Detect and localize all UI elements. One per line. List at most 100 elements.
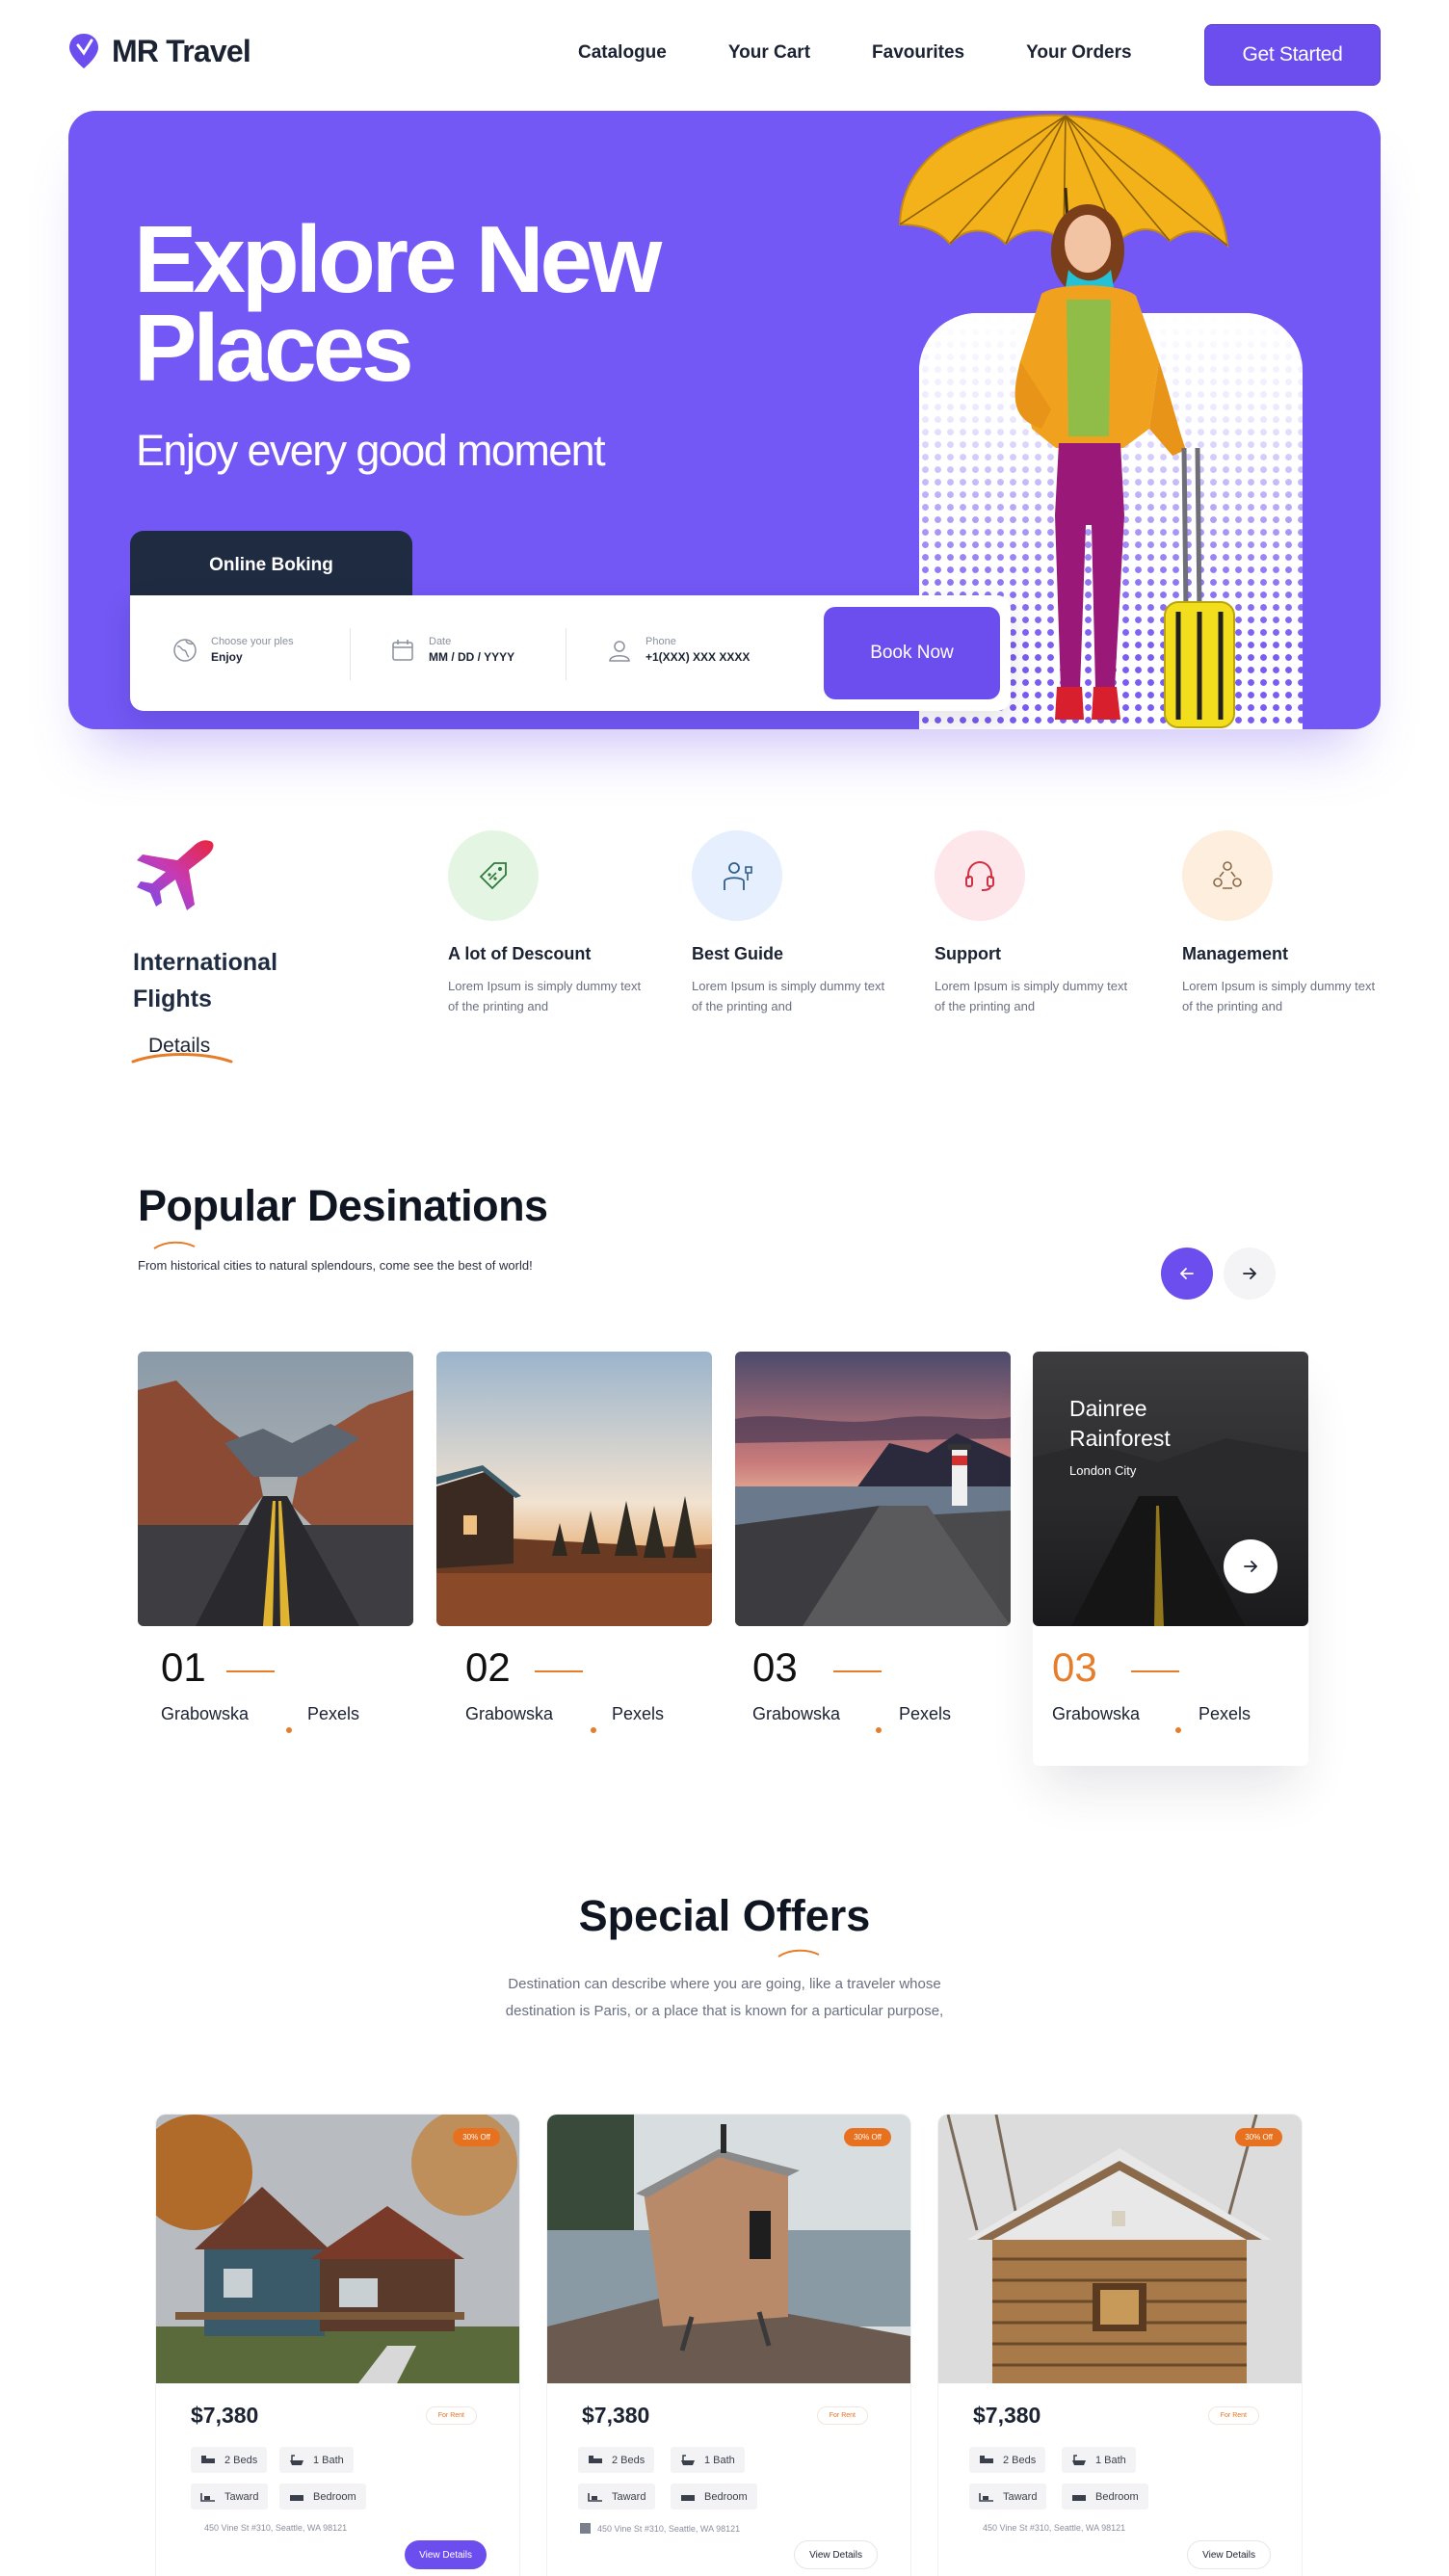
view-details-button[interactable]: View Details <box>794 2540 878 2569</box>
feature-management: Management Lorem Ipsum is simply dummy t… <box>1182 830 1394 1016</box>
orange-underline <box>131 1053 233 1064</box>
popular-destinations-subtitle: From historical cities to natural splend… <box>138 1258 533 1273</box>
bed-icon <box>201 2455 215 2463</box>
online-booking-tab[interactable]: Online Boking <box>130 531 412 600</box>
brand-logo[interactable]: MR Travel <box>67 32 251 70</box>
room-amenity: Bedroom <box>671 2484 757 2510</box>
intl-title-line2: Flights <box>133 986 212 1012</box>
orange-dash <box>535 1670 583 1672</box>
cabin-sunset-photo <box>436 1352 712 1626</box>
booking-form: Choose your ples Enjoy Date MM / DD / YYYY… <box>130 595 1011 711</box>
bed-icon <box>589 2455 602 2463</box>
nav-link-orders[interactable]: Your Orders <box>1026 42 1131 64</box>
source-name: Pexels <box>612 1704 665 1723</box>
location-pin-icon <box>69 34 98 68</box>
bed-icon <box>681 2494 695 2501</box>
lake-cabin-photo: 30% Off <box>547 2115 910 2383</box>
feature-support: Support Lorem Ipsum is simply dummy text… <box>935 830 1146 1016</box>
offers-text-line2: destination is Paris, or a place that is… <box>505 2003 944 2019</box>
get-started-button[interactable]: Get Started <box>1204 24 1381 86</box>
phone-value: +1(XXX) XXX XXXX <box>645 650 751 664</box>
source-name: Pexels <box>307 1704 360 1723</box>
destination-overlay-subtitle: London City <box>1069 1463 1137 1478</box>
offer-card-2[interactable]: 30% Off $7,380 For Rent 2 Beds 1 Bath Ta… <box>547 2115 910 2576</box>
area-amenity: Taward <box>191 2484 269 2510</box>
hero-banner: Explore New Places Enjoy every good mome… <box>68 111 1381 729</box>
date-field[interactable]: Date MM / DD / YYYY <box>390 636 514 664</box>
room-label: Bedroom <box>313 2490 356 2503</box>
feature-guide: Best Guide Lorem Ipsum is simply dummy t… <box>692 830 904 1016</box>
beds-amenity: 2 Beds <box>578 2447 655 2473</box>
bed-icon <box>1072 2494 1086 2501</box>
view-details-button[interactable]: View Details <box>405 2540 487 2569</box>
separator-dot <box>1175 1727 1181 1733</box>
hero-title: Explore New Places <box>134 212 662 395</box>
lighthouse-photo <box>735 1352 1011 1626</box>
offer-price: $7,380 <box>582 2403 650 2428</box>
sofa-icon <box>979 2492 993 2502</box>
nav-link-catalogue[interactable]: Catalogue <box>578 42 667 64</box>
book-now-button[interactable]: Book Now <box>824 607 1000 699</box>
orange-dash <box>833 1670 882 1672</box>
beds-label: 2 Beds <box>612 2454 645 2466</box>
orange-curve-decoration <box>153 1241 196 1249</box>
source-name: Pexels <box>899 1704 952 1723</box>
feature-discount: A lot of Descount Lorem Ipsum is simply … <box>448 830 660 1016</box>
address-text: 450 Vine St #310, Seattle, WA 98121 <box>983 2523 1126 2533</box>
autumn-house-photo: 30% Off <box>156 2115 519 2383</box>
beds-amenity: 2 Beds <box>969 2447 1046 2473</box>
offer-card-1[interactable]: 30% Off $7,380 For Rent 2 Beds 1 Bath Ta… <box>156 2115 519 2576</box>
next-arrow-button[interactable] <box>1224 1248 1276 1300</box>
phone-label: Phone <box>645 636 676 647</box>
photographer-name: Grabowska <box>752 1704 841 1723</box>
arrow-right-icon <box>1243 1268 1257 1279</box>
destination-number: 02 <box>465 1644 511 1690</box>
view-details-button[interactable]: View Details <box>1187 2540 1271 2569</box>
destination-card-4-active[interactable]: Dainree Rainforest London City 03 Grabow… <box>1033 1352 1308 1766</box>
date-value: MM / DD / YYYY <box>429 650 515 664</box>
destination-card-1[interactable]: 01 Grabowska Pexels <box>138 1352 413 1733</box>
photographer-name: Grabowska <box>465 1704 554 1723</box>
user-icon <box>609 640 630 662</box>
canyon-road-photo <box>138 1352 413 1626</box>
area-label: Taward <box>1003 2490 1038 2503</box>
orange-dash <box>1131 1670 1179 1672</box>
room-amenity: Bedroom <box>279 2484 366 2510</box>
destination-number: 03 <box>1052 1644 1097 1690</box>
international-flights-title: International Flights <box>133 944 345 1017</box>
destination-card-3[interactable]: 03 Grabowska Pexels <box>735 1352 1011 1733</box>
offer-address: 450 Vine St #310, Seattle, WA 98121 <box>983 2523 1125 2533</box>
photographer-name: Grabowska <box>161 1704 250 1723</box>
bed-icon <box>290 2494 303 2501</box>
prev-arrow-button[interactable] <box>1161 1248 1213 1300</box>
discount-badge: 30% Off <box>1235 2128 1282 2146</box>
discount-tag-icon <box>479 862 507 890</box>
destination-card-2[interactable]: 02 Grabowska Pexels <box>436 1352 712 1733</box>
feature-title: A lot of Descount <box>448 944 592 963</box>
open-destination-button[interactable] <box>1224 1539 1278 1593</box>
separator-dot <box>876 1727 882 1733</box>
bath-label: 1 Bath <box>704 2454 735 2466</box>
bath-icon <box>1072 2454 1086 2465</box>
bath-icon <box>290 2454 303 2465</box>
feature-text: Lorem Ipsum is simply dummy text of the … <box>1182 979 1376 1013</box>
arrow-left-icon <box>1179 1268 1194 1279</box>
sofa-icon <box>588 2492 602 2502</box>
place-value: Enjoy <box>211 650 243 664</box>
area-label: Taward <box>612 2490 646 2503</box>
place-field[interactable]: Choose your ples Enjoy <box>172 636 294 664</box>
special-offers-title: Special Offers <box>578 1891 871 1940</box>
phone-field[interactable]: Phone +1(XXX) XXX XXXX <box>607 636 750 664</box>
offer-price: $7,380 <box>973 2403 1041 2428</box>
nav-link-favourites[interactable]: Favourites <box>872 42 964 64</box>
beds-label: 2 Beds <box>1003 2454 1037 2466</box>
discount-badge: 30% Off <box>453 2128 500 2146</box>
nav-link-cart[interactable]: Your Cart <box>728 42 810 64</box>
source-name: Pexels <box>1199 1704 1251 1723</box>
for-rent-tag: For Rent <box>425 2406 477 2425</box>
date-label: Date <box>429 636 452 647</box>
offer-card-3[interactable]: 30% Off $7,380 For Rent 2 Beds 1 Bath Ta… <box>938 2115 1302 2576</box>
orange-dash <box>226 1670 275 1672</box>
feature-title: Support <box>935 944 1001 963</box>
bed-icon <box>980 2455 993 2463</box>
